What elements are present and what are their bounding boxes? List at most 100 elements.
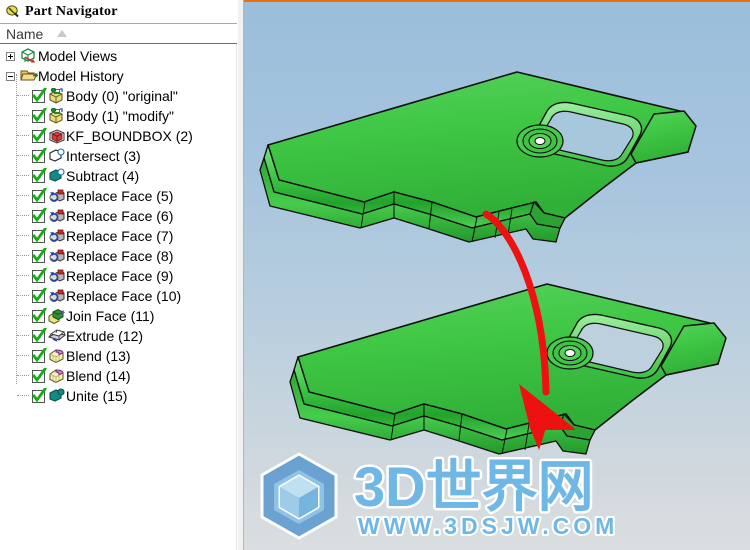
join-face-icon [48,308,66,324]
tree-item-label: Unite (15) [66,388,128,404]
feature-checkbox[interactable] [32,267,47,283]
blend-icon [48,348,66,364]
tree-item-label: Join Face (11) [66,308,155,324]
tree-branch-tick [17,95,29,97]
tree-item-label: Subtract (4) [66,168,140,184]
feature-checkbox[interactable] [32,347,47,363]
tree-branch-tick [17,235,29,237]
tree-item-label: Blend (13) [66,348,131,364]
tree-item-blend-14[interactable]: Blend (14) [0,366,236,386]
model-scene[interactable] [244,2,750,550]
tree-branch-tick [17,355,29,357]
tree-item-model-history[interactable]: Model History [0,66,236,86]
tree-branch-tick [17,215,29,217]
blend-icon [48,368,66,384]
extrude-icon [48,328,66,344]
replace-face-icon [48,268,66,284]
circular-boss-lower [546,336,594,370]
tree-item-replace-face-9[interactable]: Replace Face (9) [0,266,236,286]
replace-face-icon [48,208,66,224]
feature-checkbox[interactable] [32,367,47,383]
feature-checkbox[interactable] [32,167,47,183]
replace-face-icon [48,228,66,244]
tree-item-label: Replace Face (8) [66,248,174,264]
tree-item-label: Replace Face (7) [66,228,174,244]
feature-checkbox[interactable] [32,327,47,343]
column-header-name[interactable]: Name [0,26,43,42]
replace-face-icon [48,288,66,304]
tree-item-label: Extrude (12) [66,328,144,344]
subtract-icon [48,168,66,184]
tree-item-blend-13[interactable]: Blend (13) [0,346,236,366]
body-icon [48,108,66,124]
collapse-minus-icon[interactable] [6,71,15,81]
tree-column-header[interactable]: Name [0,23,237,44]
tree-branch-tick [17,375,29,377]
tree-item-body-0-original[interactable]: Body (0) "original" [0,86,236,106]
replace-face-icon [48,248,66,264]
feature-checkbox[interactable] [32,287,47,303]
tree-item-label: Replace Face (6) [66,208,174,224]
tree-branch-tick [17,295,29,297]
tree-item-kf-boundbox-2[interactable]: KF_BOUNDBOX (2) [0,126,236,146]
tree-item-label: Blend (14) [66,368,131,384]
sheet-metal-part-modify[interactable] [289,283,727,455]
boundbox-icon [48,128,66,144]
feature-checkbox[interactable] [32,187,47,203]
tree-item-label: Replace Face (10) [66,288,182,304]
feature-checkbox[interactable] [32,207,47,223]
feature-checkbox[interactable] [32,107,47,123]
circular-boss-upper [516,124,564,158]
feature-tree[interactable]: Model Views Model History Body (0) "origin… [0,44,237,550]
part-navigator-window: Part Navigator Name Model Views Model His… [0,0,750,550]
feature-checkbox[interactable] [32,307,47,323]
replace-face-icon [48,188,66,204]
part-navigator-icon [5,4,20,19]
tree-branch-tick [17,135,29,137]
part-navigator-panel: Part Navigator Name Model Views Model His… [0,0,237,550]
tree-item-model-views[interactable]: Model Views [0,46,236,66]
tree-branch-tick [17,175,29,177]
panel-title-text: Part Navigator [25,3,118,19]
tree-item-label: Body (0) "original" [66,88,178,104]
tree-item-replace-face-10[interactable]: Replace Face (10) [0,286,236,306]
tree-item-label: Replace Face (5) [66,188,174,204]
tree-branch-tick [17,395,29,397]
tree-item-subtract-4[interactable]: Subtract (4) [0,166,236,186]
tree-item-label: Intersect (3) [66,148,141,164]
tree-item-label: Model Views [38,48,118,64]
tree-branch-tick [17,195,29,197]
body-icon [48,88,66,104]
panel-splitter[interactable] [237,0,244,550]
tree-branch-tick [17,315,29,317]
feature-checkbox[interactable] [32,247,47,263]
tree-item-intersect-3[interactable]: Intersect (3) [0,146,236,166]
graphics-viewport[interactable]: 3D世界网 3D世界网 WWW.3DSJW.COM WWW.3DSJW.COM [244,0,750,550]
panel-title-bar: Part Navigator [0,0,237,23]
tree-item-unite-15[interactable]: Unite (15) [0,386,236,406]
tree-item-join-face-11[interactable]: Join Face (11) [0,306,236,326]
tree-item-extrude-12[interactable]: Extrude (12) [0,326,236,346]
feature-checkbox[interactable] [32,387,47,403]
tree-item-replace-face-6[interactable]: Replace Face (6) [0,206,236,226]
feature-checkbox[interactable] [32,87,47,103]
feature-checkbox[interactable] [32,127,47,143]
expand-plus-icon[interactable] [6,51,15,61]
intersect-icon [48,148,66,164]
feature-checkbox[interactable] [32,147,47,163]
feature-checkbox[interactable] [32,227,47,243]
tree-item-label: Replace Face (9) [66,268,174,284]
tree-branch-tick [17,115,29,117]
tree-item-label: KF_BOUNDBOX (2) [66,128,193,144]
tree-branch-tick [17,155,29,157]
tree-item-replace-face-5[interactable]: Replace Face (5) [0,186,236,206]
tree-item-replace-face-7[interactable]: Replace Face (7) [0,226,236,246]
folder-open-icon [20,68,38,84]
tree-item-label: Model History [38,68,124,84]
tree-item-label: Body (1) "modify" [66,108,174,124]
tree-item-body-1-modify[interactable]: Body (1) "modify" [0,106,236,126]
tree-branch-tick [17,275,29,277]
sort-ascending-triangle-icon[interactable] [57,30,68,37]
sheet-metal-part-original[interactable] [259,71,697,243]
tree-item-replace-face-8[interactable]: Replace Face (8) [0,246,236,266]
